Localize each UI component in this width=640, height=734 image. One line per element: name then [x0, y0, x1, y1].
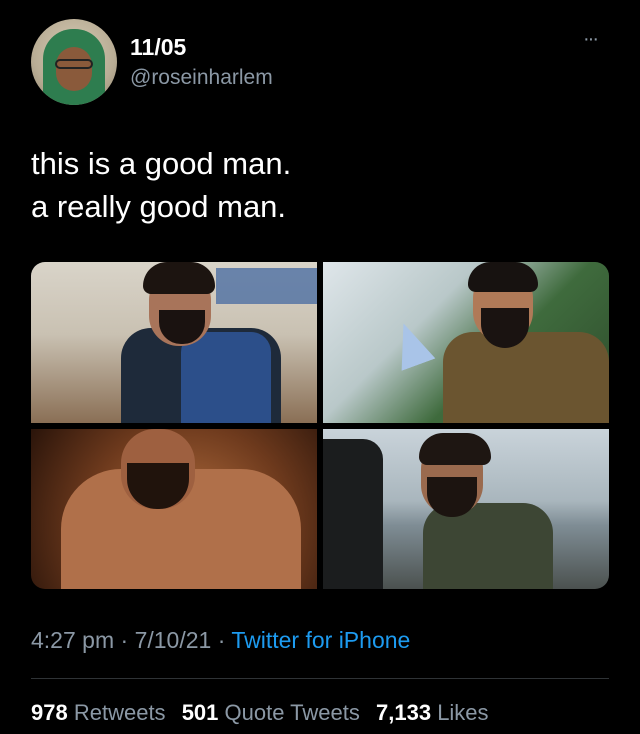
tweet-date[interactable]: 7/10/21 — [135, 627, 212, 653]
hair — [468, 262, 538, 292]
hair — [419, 433, 491, 465]
media-photo-3[interactable] — [31, 429, 317, 589]
tweet-stats: 978 Retweets 501 Quote Tweets 7,133 Like… — [31, 700, 499, 726]
tweet-text: this is a good man. a really good man. — [31, 142, 291, 228]
retweets-stat[interactable]: 978 Retweets — [31, 700, 166, 725]
jacket — [443, 332, 609, 423]
author-display-name[interactable]: 11/05 — [130, 34, 186, 61]
meta-separator: · — [211, 627, 232, 653]
coat — [423, 503, 553, 589]
divider — [31, 678, 609, 679]
likes-label: Likes — [437, 700, 489, 725]
more-options-icon[interactable]: ··· — [583, 29, 599, 49]
likes-stat[interactable]: 7,133 Likes — [376, 700, 489, 725]
likes-count: 7,133 — [376, 700, 432, 725]
shirt — [181, 332, 271, 423]
tweet-source-link[interactable]: Twitter for iPhone — [231, 627, 410, 653]
meta-separator: · — [114, 627, 135, 653]
tweet-line-1: this is a good man. — [31, 146, 292, 181]
party-hat — [387, 317, 436, 371]
media-photo-4[interactable] — [323, 429, 609, 589]
avatar-face — [56, 47, 92, 91]
retweets-label: Retweets — [73, 700, 166, 725]
car-door — [323, 439, 383, 589]
quote-tweets-stat[interactable]: 501 Quote Tweets — [182, 700, 360, 725]
avatar-glasses — [55, 59, 93, 69]
retweets-count: 978 — [31, 700, 68, 725]
background-sign — [216, 268, 317, 304]
quotes-count: 501 — [181, 700, 219, 725]
tweet-meta: 4:27 pm · 7/10/21 · Twitter for iPhone — [31, 627, 410, 654]
author-handle[interactable]: @roseinharlem — [130, 66, 273, 90]
tweet-time[interactable]: 4:27 pm — [31, 627, 114, 653]
media-photo-2[interactable] — [323, 262, 609, 423]
media-grid — [31, 262, 609, 589]
media-photo-1[interactable] — [31, 262, 317, 423]
tweet-line-2: a really good man. — [31, 189, 287, 224]
quotes-label: Quote Tweets — [224, 700, 360, 725]
author-avatar[interactable] — [31, 19, 117, 105]
hair — [143, 262, 215, 294]
